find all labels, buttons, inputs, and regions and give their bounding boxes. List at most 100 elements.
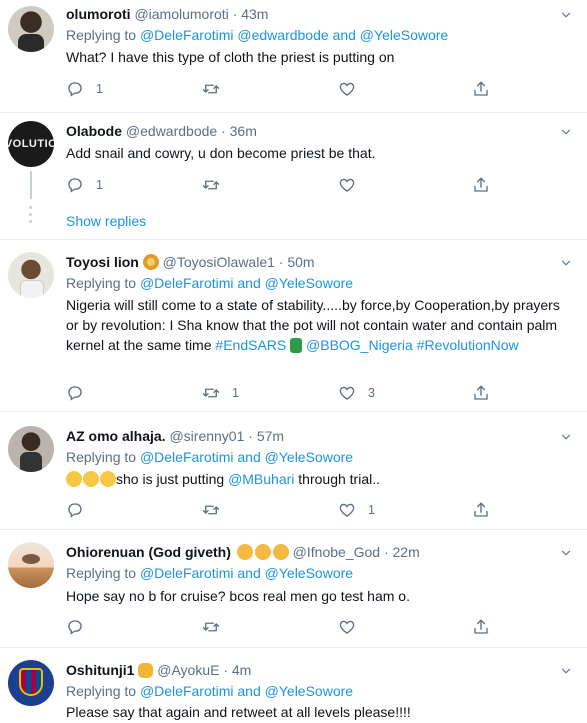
hashtag-link[interactable]: #RevolutionNow: [417, 337, 519, 353]
endsars-emoji-icon: [290, 338, 303, 353]
retweet-icon: [202, 80, 220, 98]
thread-dot: [29, 220, 32, 223]
replying-to: Replying to @DeleFarotimi and @YeleSowor…: [66, 449, 353, 465]
display-name[interactable]: Oshitunji1: [66, 662, 134, 678]
display-name[interactable]: AZ omo alhaja.: [66, 428, 166, 444]
tweet[interactable]: VOLUTIO Olabode @edwardbode · 36m Add sn…: [0, 113, 587, 240]
laughing-emoji-icon: [66, 471, 82, 487]
like-button[interactable]: 3: [338, 383, 375, 403]
tweet-text: What? I have this type of cloth the prie…: [66, 49, 395, 65]
handle-timestamp[interactable]: @edwardbode · 36m: [126, 123, 257, 139]
replying-to-label: Replying to: [66, 27, 137, 43]
replying-to-mentions[interactable]: @DeleFarotimi and @YeleSowore: [140, 565, 353, 581]
share-icon: [472, 384, 490, 402]
tweet[interactable]: Toyosi lion @ToyosiOlawale1 · 50m Replyi…: [0, 240, 587, 412]
handle-timestamp[interactable]: @AyokuE · 4m: [157, 662, 251, 678]
heart-icon: [338, 384, 356, 402]
replying-to-label: Replying to: [66, 683, 137, 699]
reply-button[interactable]: 1: [66, 79, 103, 99]
chevron-down-icon[interactable]: [557, 664, 575, 678]
mention-link[interactable]: @MBuhari: [228, 471, 294, 487]
chevron-down-icon[interactable]: [557, 125, 575, 139]
replying-to-mentions[interactable]: @DeleFarotimi and @YeleSowore: [140, 449, 353, 465]
replying-to-label: Replying to: [66, 565, 137, 581]
like-button[interactable]: [338, 175, 356, 195]
avatar[interactable]: [8, 426, 54, 472]
retweet-icon: [202, 384, 220, 402]
handle-timestamp[interactable]: @sirenny01 · 57m: [169, 428, 284, 444]
avatar[interactable]: [8, 6, 54, 52]
display-name[interactable]: olumoroti: [66, 6, 131, 22]
replying-to-mentions[interactable]: @DeleFarotimi and @YeleSowore: [140, 275, 353, 291]
replying-to: Replying to @DeleFarotimi and @YeleSowor…: [66, 683, 353, 699]
heart-icon: [338, 176, 356, 194]
show-replies-link[interactable]: Show replies: [66, 213, 146, 229]
hashtag-link[interactable]: #EndSARS: [215, 337, 286, 353]
reply-button[interactable]: [66, 383, 84, 403]
retweet-icon: [202, 618, 220, 636]
lion-emoji-icon: [142, 254, 159, 270]
chevron-down-icon[interactable]: [557, 8, 575, 22]
retweet-button[interactable]: [202, 500, 220, 520]
avatar-text: VOLUTIO: [8, 138, 54, 150]
barcelona-crest-avatar[interactable]: [8, 660, 54, 706]
cat-emoji-icon: [254, 544, 271, 560]
retweet-button[interactable]: [202, 79, 220, 99]
share-button[interactable]: [472, 383, 490, 403]
display-name[interactable]: Olabode: [66, 123, 122, 139]
reply-icon: [66, 501, 84, 519]
reply-button[interactable]: 1: [66, 175, 103, 195]
like-button[interactable]: [338, 79, 356, 99]
reply-count: 1: [96, 82, 103, 96]
like-button[interactable]: [338, 617, 356, 637]
share-icon: [472, 80, 490, 98]
retweet-button[interactable]: [202, 617, 220, 637]
tweet-actions: [66, 617, 536, 637]
replying-to-mentions[interactable]: @DeleFarotimi @edwardbode and @YeleSowor…: [140, 27, 448, 43]
share-button[interactable]: [472, 79, 490, 99]
heart-icon: [338, 618, 356, 636]
reply-icon: [66, 618, 84, 636]
reply-button[interactable]: [66, 617, 84, 637]
handle-timestamp[interactable]: @iamolumoroti · 43m: [134, 6, 268, 22]
like-count: 3: [368, 386, 375, 400]
tweet[interactable]: Ohiorenuan (God giveth) @Ifnobe_God · 22…: [0, 530, 587, 648]
tweet[interactable]: AZ omo alhaja. @sirenny01 · 57m Replying…: [0, 412, 587, 530]
retweet-icon: [202, 501, 220, 519]
tweet-actions: 1: [66, 500, 536, 520]
mention-link[interactable]: @BBOG_Nigeria: [302, 337, 413, 353]
retweet-button[interactable]: [202, 175, 220, 195]
replying-to: Replying to @DeleFarotimi and @YeleSowor…: [66, 275, 353, 291]
replying-to-mentions[interactable]: @DeleFarotimi and @YeleSowore: [140, 683, 353, 699]
tweet-text-body: through trial..: [294, 471, 381, 487]
handle-timestamp[interactable]: @ToyosiOlawale1 · 50m: [163, 254, 315, 270]
display-name[interactable]: Ohiorenuan (God giveth): [66, 544, 231, 560]
handle-timestamp[interactable]: @Ifnobe_God · 22m: [293, 544, 420, 560]
tweet-text: Please say that again and retweet at all…: [66, 704, 411, 720]
share-button[interactable]: [472, 617, 490, 637]
chevron-down-icon[interactable]: [557, 546, 575, 560]
avatar[interactable]: [8, 542, 54, 588]
like-count: 1: [368, 503, 375, 517]
share-button[interactable]: [472, 175, 490, 195]
reply-count: 1: [96, 178, 103, 192]
reply-icon: [66, 176, 84, 194]
display-name[interactable]: Toyosi lion: [66, 254, 139, 270]
tweet-text: sho is just putting @MBuhari through tri…: [66, 469, 566, 489]
retweet-button[interactable]: 1: [202, 383, 239, 403]
tweet[interactable]: olumoroti @iamolumoroti · 43m Replying t…: [0, 0, 587, 115]
like-button[interactable]: 1: [338, 500, 375, 520]
cat-emoji-icon: [272, 544, 289, 560]
avatar[interactable]: VOLUTIO: [8, 121, 54, 167]
tweet-text: Hope say no b for cruise? bcos real men …: [66, 588, 410, 604]
chevron-down-icon[interactable]: [557, 256, 575, 270]
reply-icon: [66, 80, 84, 98]
avatar[interactable]: [8, 252, 54, 298]
tweet[interactable]: Oshitunji1 @AyokuE · 4m Replying to @Del…: [0, 648, 587, 723]
reply-button[interactable]: [66, 500, 84, 520]
share-button[interactable]: [472, 500, 490, 520]
tweet-text: Add snail and cowry, u don become priest…: [66, 145, 376, 161]
chevron-down-icon[interactable]: [557, 430, 575, 444]
flexed-biceps-emoji-icon: [138, 663, 154, 678]
retweet-count: 1: [232, 386, 239, 400]
